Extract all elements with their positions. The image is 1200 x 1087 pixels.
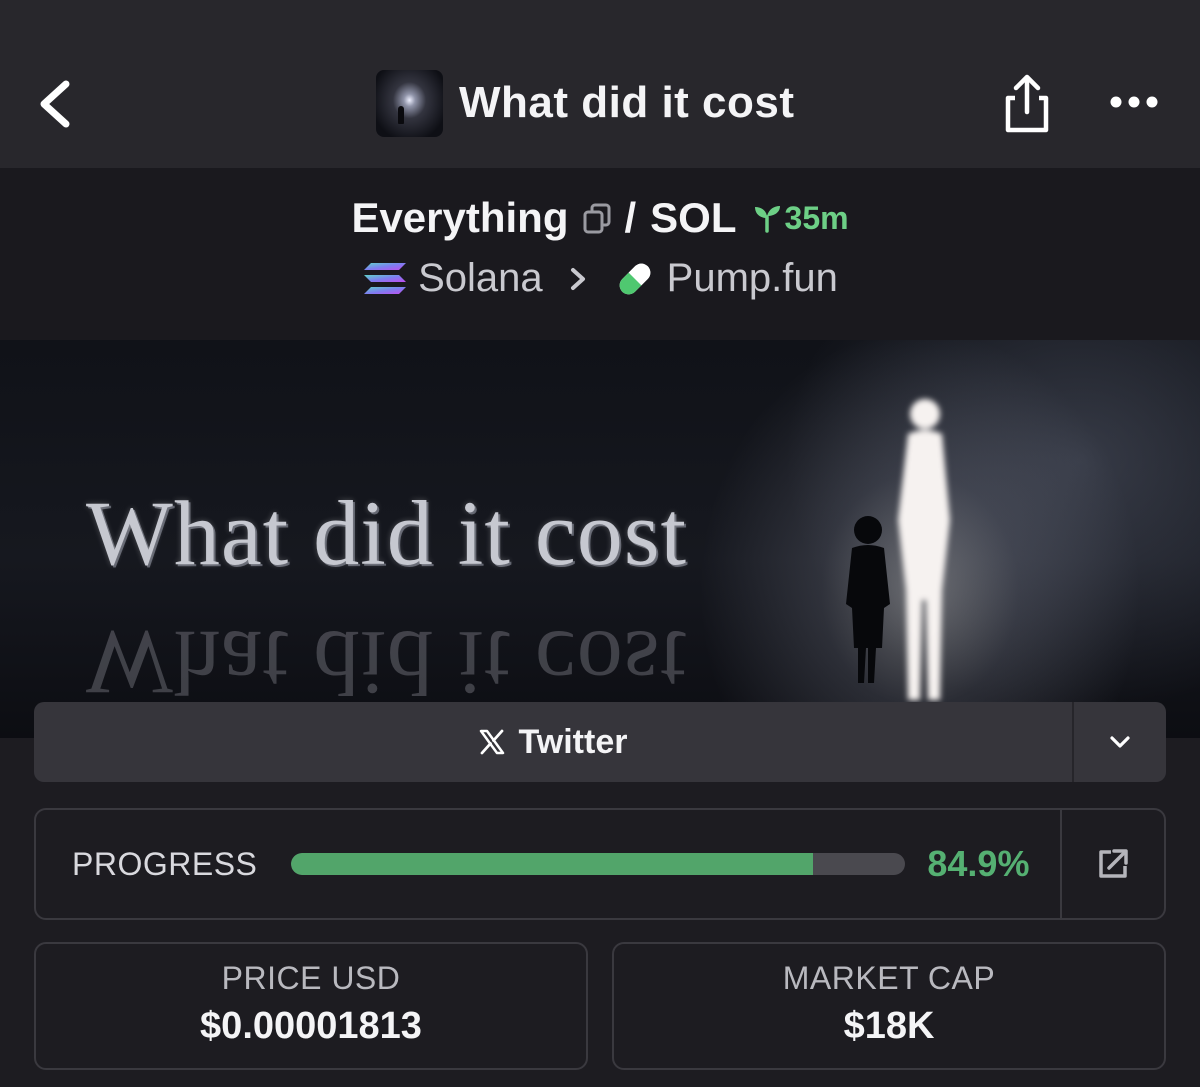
share-icon[interactable]: [996, 72, 1058, 136]
progress-bar: [291, 853, 906, 875]
title-group: What did it cost: [376, 69, 795, 137]
progress-main: PROGRESS 84.9%: [36, 810, 1060, 918]
price-usd-card: PRICE USD $0.00001813: [34, 942, 588, 1070]
pair-quote-symbol: SOL: [650, 194, 737, 241]
progress-external-link[interactable]: [1060, 810, 1164, 918]
price-usd-label: PRICE USD: [221, 960, 401, 996]
child-silhouette: [846, 516, 890, 683]
pill-icon: [619, 263, 651, 294]
x-logo-icon: [479, 729, 504, 755]
twitter-label: Twitter: [518, 722, 628, 761]
more-icon[interactable]: [1106, 84, 1166, 120]
token-banner-image: What did it cost What did it cost: [0, 340, 1200, 738]
social-dropdown-button[interactable]: [1072, 702, 1166, 782]
solana-icon: [364, 262, 407, 294]
bonding-progress-card: PROGRESS 84.9%: [34, 808, 1166, 920]
pair-title-row: Everything / SOL 35m: [0, 194, 1200, 242]
progress-label: PROGRESS: [72, 845, 258, 882]
back-icon[interactable]: [30, 74, 84, 134]
progress-bar-fill: [291, 853, 813, 875]
top-bar: What did it cost: [0, 0, 1200, 168]
pair-base-symbol: Everything: [351, 194, 569, 241]
twitter-button[interactable]: Twitter: [34, 702, 1072, 782]
external-link-icon: [1099, 849, 1128, 878]
pair-age: 35m: [784, 199, 849, 236]
sprout-icon: [754, 206, 780, 233]
banner-title-reflection: What did it cost: [86, 612, 688, 714]
copy-icon[interactable]: [581, 201, 613, 235]
progress-value: 84.9%: [927, 843, 1030, 884]
chevron-down-icon: [1110, 736, 1130, 748]
market-cap-value: $18K: [843, 1005, 935, 1047]
pair-header: Everything / SOL 35m Solana Pump.fun: [0, 168, 1200, 340]
token-avatar: [376, 69, 443, 137]
breadcrumb: Solana Pump.fun: [0, 256, 1200, 301]
market-cap-label: MARKET CAP: [782, 960, 996, 996]
dex-link[interactable]: Pump.fun: [667, 256, 838, 301]
social-links-bar: Twitter: [34, 702, 1166, 782]
chevron-right-icon: [570, 267, 585, 290]
pair-separator: /: [624, 194, 637, 241]
banner-title: What did it cost: [86, 482, 688, 584]
market-cap-card: MARKET CAP $18K: [612, 942, 1166, 1070]
page-title: What did it cost: [459, 78, 795, 127]
price-usd-value: $0.00001813: [200, 1005, 422, 1047]
chain-link[interactable]: Solana: [418, 256, 543, 301]
